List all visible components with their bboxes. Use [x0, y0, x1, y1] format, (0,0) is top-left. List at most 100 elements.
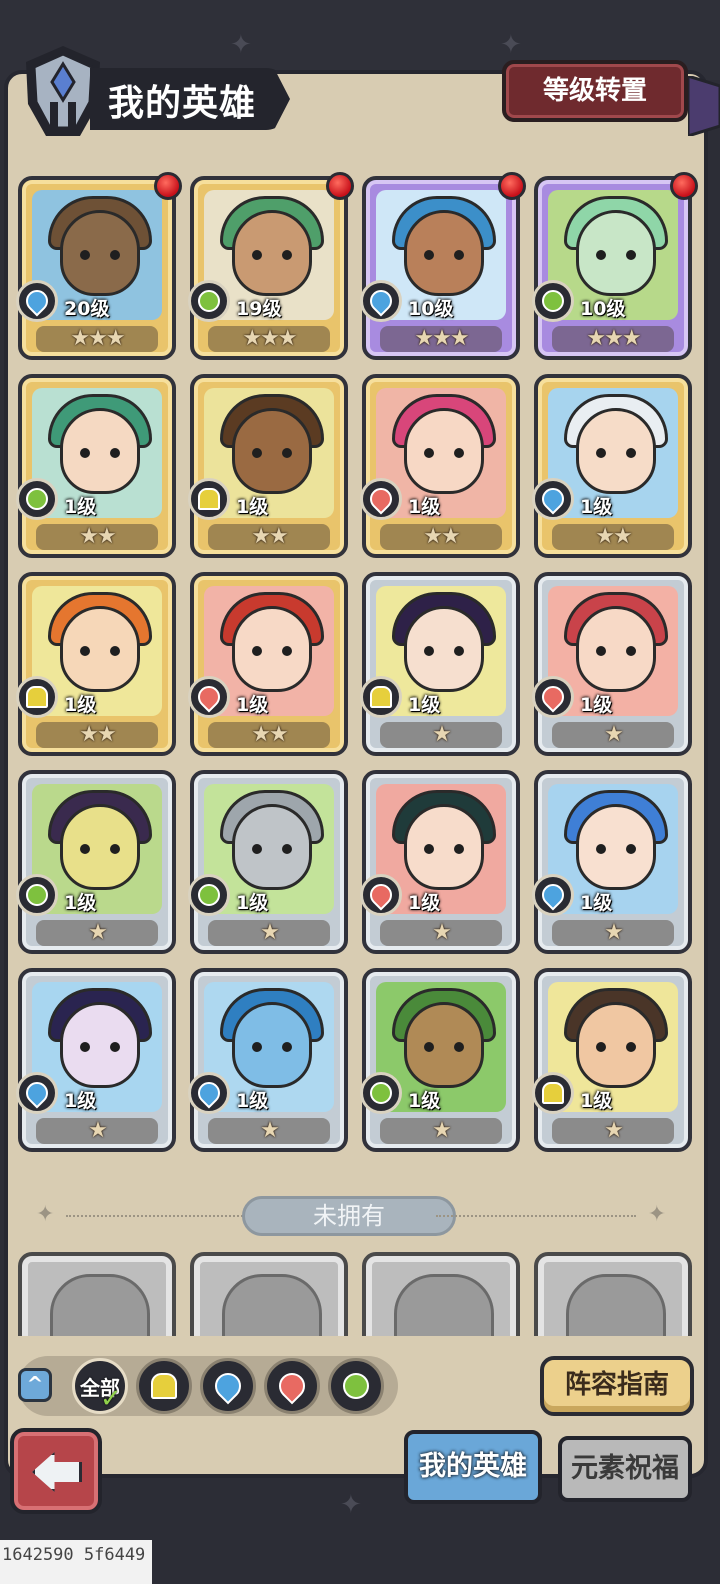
tab-element-blessing[interactable]: 元素祝福 — [558, 1436, 692, 1502]
hero-card[interactable]: 1级 ★★ — [188, 374, 348, 558]
hero-eye — [80, 250, 90, 260]
divider-line — [436, 1215, 636, 1219]
hero-eye — [596, 844, 606, 854]
back-button[interactable] — [10, 1428, 102, 1514]
hero-eye — [80, 1042, 90, 1052]
hero-face — [404, 1002, 484, 1088]
unowned-hero-card[interactable] — [362, 1252, 520, 1336]
hero-level: 1级 — [236, 496, 269, 518]
hero-face — [404, 606, 484, 692]
hero-card[interactable]: 1级 ★ — [532, 572, 692, 756]
hero-eye — [626, 250, 636, 260]
hero-eye — [252, 844, 262, 854]
earth-element-icon — [532, 1072, 574, 1114]
hero-card[interactable]: 1级 ★ — [16, 770, 176, 954]
level-transfer-button[interactable]: 等级转置 — [502, 60, 688, 122]
hero-eye — [110, 250, 120, 260]
fire-element-icon — [188, 676, 230, 718]
hero-card[interactable]: 1级 ★★ — [16, 374, 176, 558]
hero-stars: ★ — [208, 920, 330, 946]
element-glyph — [198, 290, 220, 312]
element-glyph — [193, 1077, 225, 1109]
unowned-hero-card[interactable] — [18, 1252, 176, 1336]
hero-level: 1级 — [408, 1090, 441, 1112]
hero-face — [60, 804, 140, 890]
hero-level: 20级 — [64, 298, 110, 320]
water-element-icon — [209, 1367, 247, 1405]
filter-wind-button[interactable] — [328, 1358, 384, 1414]
hero-eye — [80, 646, 90, 656]
hero-stars: ★ — [208, 1118, 330, 1144]
hero-eye — [424, 1042, 434, 1052]
hero-level: 1级 — [236, 1090, 269, 1112]
hero-stars: ★★ — [552, 524, 674, 550]
hero-card[interactable]: 1级 ★ — [532, 968, 692, 1152]
element-glyph — [370, 1082, 392, 1104]
hero-face — [60, 606, 140, 692]
hero-card[interactable]: 19级 ★★★ — [188, 172, 354, 360]
tab-my-heroes[interactable]: 我的英雄 — [404, 1430, 542, 1504]
hero-card[interactable]: 10级 ★★★ — [532, 172, 698, 360]
hero-card[interactable]: 1级 ★★ — [360, 374, 520, 558]
hero-eye — [252, 448, 262, 458]
hero-level: 1级 — [236, 694, 269, 716]
water-element-icon — [16, 1072, 58, 1114]
hero-card[interactable]: 1级 ★ — [360, 572, 520, 756]
water-element-icon — [16, 280, 58, 322]
water-element-icon — [188, 1072, 230, 1114]
hero-card[interactable]: 1级 ★ — [188, 968, 348, 1152]
hero-stars: ★ — [552, 722, 674, 748]
hero-face — [232, 408, 312, 494]
hero-eye — [596, 448, 606, 458]
lineup-guide-button[interactable]: 阵容指南 — [540, 1356, 694, 1416]
water-element-icon — [532, 478, 574, 520]
hero-card[interactable]: 1级 ★ — [360, 770, 520, 954]
hero-eye — [110, 1042, 120, 1052]
hero-stars: ★ — [36, 1118, 158, 1144]
hero-stars: ★★ — [36, 722, 158, 748]
element-glyph — [193, 681, 225, 713]
hero-card[interactable]: 1级 ★ — [188, 770, 348, 954]
filter-fire-button[interactable] — [264, 1358, 320, 1414]
hero-card[interactable]: 1级 ★★ — [16, 572, 176, 756]
hero-level: 1级 — [64, 892, 97, 914]
hero-card[interactable]: 1级 ★ — [360, 968, 520, 1152]
hero-card[interactable]: 1级 ★ — [16, 968, 176, 1152]
element-glyph — [21, 1077, 53, 1109]
hero-eye — [596, 646, 606, 656]
earth-element-icon — [16, 676, 58, 718]
element-glyph — [537, 681, 569, 713]
hero-eye — [424, 448, 434, 458]
hero-eye — [282, 448, 292, 458]
earth-element-icon — [188, 478, 230, 520]
hero-eye — [110, 448, 120, 458]
hero-eye — [454, 646, 464, 656]
hero-eye — [424, 646, 434, 656]
hero-face — [576, 210, 656, 296]
element-glyph — [542, 290, 564, 312]
hero-eye — [626, 646, 636, 656]
hero-face — [60, 210, 140, 296]
hero-face — [60, 1002, 140, 1088]
collapse-button[interactable]: ^ — [18, 1368, 52, 1402]
hero-face — [576, 1002, 656, 1088]
unowned-hero-card[interactable] — [534, 1252, 692, 1336]
wind-element-icon — [188, 280, 230, 322]
filter-earth-button[interactable] — [136, 1358, 192, 1414]
hero-stars: ★★ — [380, 524, 502, 550]
hero-stars: ★ — [380, 920, 502, 946]
hero-card[interactable]: 1级 ★★ — [188, 572, 348, 756]
hero-card[interactable]: 20级 ★★★ — [16, 172, 182, 360]
hero-stars: ★ — [380, 1118, 502, 1144]
hero-face — [232, 606, 312, 692]
hero-level: 1级 — [408, 892, 441, 914]
unowned-hero-card[interactable] — [190, 1252, 348, 1336]
unowned-divider: ✦ 未拥有 ✦ — [36, 1196, 666, 1236]
hero-card[interactable]: 1级 ★ — [532, 770, 692, 954]
hero-card[interactable]: 1级 ★★ — [532, 374, 692, 558]
element-glyph — [26, 884, 48, 906]
filter-water-button[interactable] — [200, 1358, 256, 1414]
hero-card[interactable]: 10级 ★★★ — [360, 172, 526, 360]
hero-face — [60, 408, 140, 494]
bottom-decoration: ✦ — [340, 1490, 362, 1520]
